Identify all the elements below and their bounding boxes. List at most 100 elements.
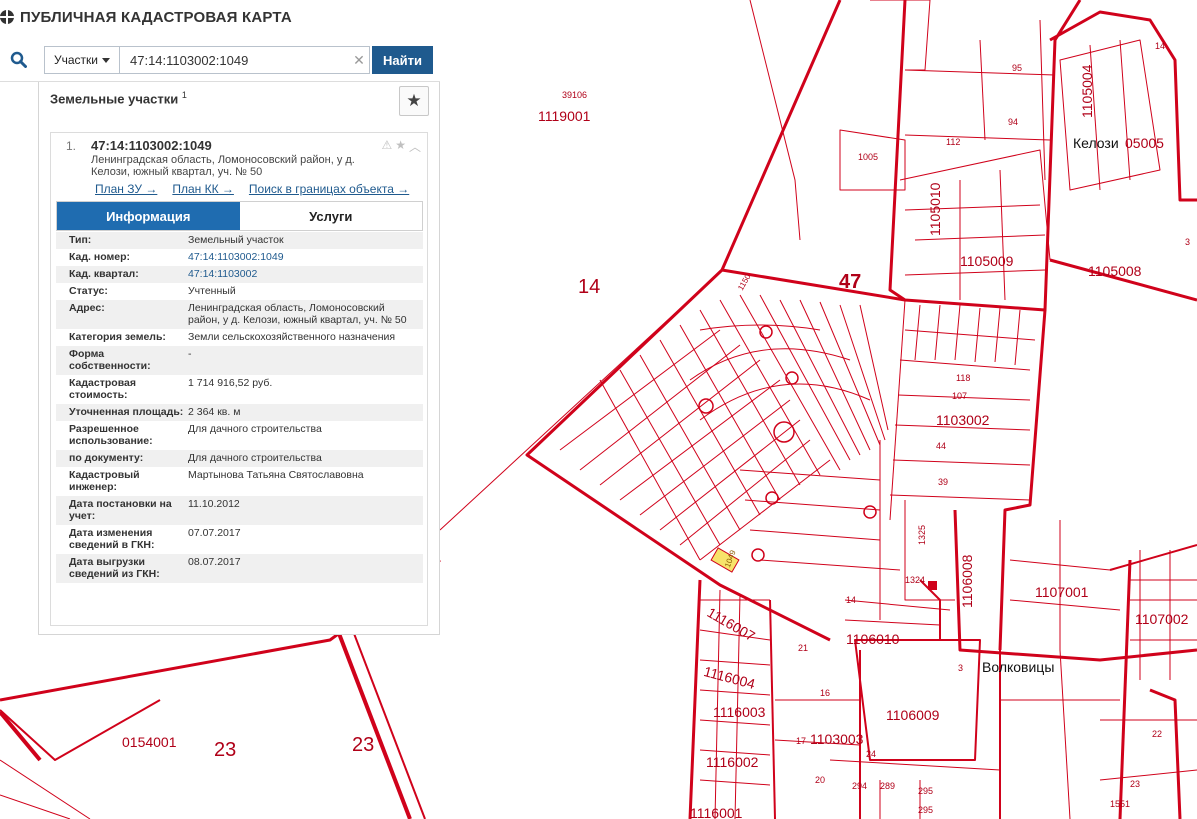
attribute-row: Уточненная площадь: 2 364 кв. м xyxy=(56,404,423,421)
attribute-value: Для дачного строительства xyxy=(188,452,322,464)
map-label-parcel: 1005 xyxy=(858,152,879,162)
attribute-row: Кад. номер: 47:14:1103002:1049 xyxy=(56,249,423,266)
search-bounds-link[interactable]: Поиск в границах объекта → xyxy=(249,182,409,196)
map-label-parcel: 21 xyxy=(798,643,809,653)
map-label-village: Келози xyxy=(1073,135,1119,151)
favorite-button[interactable]: ★ xyxy=(399,86,429,116)
results-panel: Земельные участки 1 ★ 1. 47:14:1103002:1… xyxy=(38,82,440,635)
panel-heading-count: 1 xyxy=(181,90,187,100)
chevron-up-icon[interactable]: ︿ xyxy=(409,138,421,155)
attribute-value: Земельный участок xyxy=(188,234,284,246)
plan-kk-link[interactable]: План КК → xyxy=(172,182,234,196)
district-boundary xyxy=(328,609,412,819)
attribute-key: Тип: xyxy=(69,234,92,246)
map-label-quarter: 1119001 xyxy=(538,108,591,124)
tab-services[interactable]: Услуги xyxy=(239,202,422,230)
attribute-row: Дата постановки на учет: 11.10.2012 xyxy=(56,496,423,525)
attribute-row: Адрес: Ленинградская область, Ломоносовск… xyxy=(56,300,423,329)
warning-icon[interactable]: ⚠ xyxy=(381,138,392,155)
map-label-parcel: 44 xyxy=(936,441,947,451)
map-label-parcel: 17 xyxy=(796,736,807,746)
map-label-parcel: 39106 xyxy=(562,90,588,100)
clear-icon[interactable]: ✕ xyxy=(349,52,369,69)
map-label-quarter: 1116002 xyxy=(706,754,759,770)
attribute-value: Земли сельскохозяйственного назначения xyxy=(188,331,396,343)
map-label-district: 14 xyxy=(578,276,601,298)
map-label-quarter: 0154001 xyxy=(122,734,177,750)
district-boundary xyxy=(0,699,161,761)
result-links: План ЗУ → План КК → Поиск в границах объ… xyxy=(95,182,409,196)
panel-heading-text: Земельные участки xyxy=(50,91,179,107)
map-label-parcel: 1551 xyxy=(1110,799,1131,809)
attribute-key: Дата постановки на учет: xyxy=(69,498,172,522)
search-input[interactable] xyxy=(120,48,349,72)
map-label-quarter: 1103002 xyxy=(936,412,990,428)
star-icon[interactable]: ★ xyxy=(395,138,406,155)
map-label-parcel: 23 xyxy=(1130,779,1141,789)
attribute-key: Разрешенное использование: xyxy=(69,423,153,447)
result-address: Ленинградская область, Ломоносовский рай… xyxy=(91,154,355,178)
plan-zu-link[interactable]: План ЗУ → xyxy=(95,182,157,196)
chevron-down-icon xyxy=(102,57,110,63)
attribute-value: Ленинградская область, Ломоносовский рай… xyxy=(188,302,407,326)
district-boundary xyxy=(344,609,426,819)
attribute-key: по документу: xyxy=(69,452,144,464)
map-label-village: Волковицы xyxy=(982,659,1055,675)
map-label-quarter: 1103003 xyxy=(810,731,864,747)
map-label-parcel: 20 xyxy=(815,775,826,785)
map-label-parcel: 1324 xyxy=(905,575,926,585)
map-label-quarter: 1105008 xyxy=(1088,263,1142,279)
map-label-parcel: 14 xyxy=(1155,41,1166,51)
attribute-value: Для дачного строительства xyxy=(188,423,322,435)
map-label-district: 23 xyxy=(214,739,237,761)
map-label-quarter: 1107002 xyxy=(1135,611,1189,627)
map-label-parcel: 14 xyxy=(846,595,857,605)
map-label-parcel: 289 xyxy=(880,781,896,791)
attribute-value: 08.07.2017 xyxy=(188,556,241,568)
panel-heading: Земельные участки 1 xyxy=(50,90,187,106)
result-cad-number[interactable]: 47:14:1103002:1049 xyxy=(91,138,212,153)
attribute-row: Статус: Учтенный xyxy=(56,283,423,300)
search-type-label: Участки xyxy=(54,53,98,67)
map-label-parcel: 95 xyxy=(1012,63,1023,73)
result-card[interactable]: 1. 47:14:1103002:1049 Ленинградская обла… xyxy=(50,132,428,626)
search-icon[interactable] xyxy=(10,51,27,68)
attribute-row: Дата изменения сведений в ГКН: 07.07.2017 xyxy=(56,525,423,554)
attribute-key: Форма собственности: xyxy=(69,348,151,372)
attribute-value: 1 714 916,52 руб. xyxy=(188,377,273,389)
map-label-parcel: 112 xyxy=(946,137,961,147)
map-label-parcel: 22 xyxy=(1152,729,1163,739)
attribute-value[interactable]: 47:14:1103002:1049 xyxy=(188,251,417,263)
tab-info[interactable]: Информация xyxy=(57,202,240,230)
map-label-quarter: 1106009 xyxy=(886,707,940,723)
app-header: ПУБЛИЧНАЯ КАДАСТРОВАЯ КАРТА xyxy=(0,0,292,34)
attribute-row: Дата выгрузки сведений из ГКН: 08.07.2017 xyxy=(56,554,423,583)
map-label-quarter: 05005 xyxy=(1125,135,1164,151)
attribute-row: Категория земель: Земли сельскохозяйствен… xyxy=(56,329,423,346)
attribute-row: Тип: Земельный участок xyxy=(56,232,423,249)
attribute-key: Дата выгрузки сведений из ГКН: xyxy=(69,556,160,580)
attribute-value: 11.10.2012 xyxy=(188,498,240,510)
result-tools: ⚠ ★ ︿ xyxy=(381,138,421,155)
map-label-parcel: 294 xyxy=(852,781,868,791)
attribute-key: Адрес: xyxy=(69,302,105,314)
find-button[interactable]: Найти xyxy=(372,46,433,74)
star-icon: ★ xyxy=(406,91,422,110)
map-label-quarter: 1105009 xyxy=(960,253,1014,269)
app-title: ПУБЛИЧНАЯ КАДАСТРОВАЯ КАРТА xyxy=(20,8,292,26)
attribute-value[interactable]: 47:14:1103002 xyxy=(188,268,417,280)
attribute-value: 07.07.2017 xyxy=(188,527,241,539)
map-label-parcel: 1325 xyxy=(917,524,927,545)
map-label-parcel: 39 xyxy=(938,477,949,487)
attribute-value: 2 364 кв. м xyxy=(188,406,241,418)
map-label-quarter: 1116003 xyxy=(713,704,766,720)
attribute-row: Форма собственности: - xyxy=(56,346,423,375)
search-box: Участки ✕ xyxy=(44,46,370,74)
globe-icon xyxy=(0,10,14,24)
map-label-quarter: 1106008 xyxy=(959,554,975,608)
map-label-parcel: 94 xyxy=(1008,117,1019,127)
map-label-parcel: 295 xyxy=(918,805,934,815)
search-type-select[interactable]: Участки xyxy=(45,47,120,73)
map-label-parcel: 107 xyxy=(952,391,968,401)
attribute-key: Статус: xyxy=(69,285,108,297)
